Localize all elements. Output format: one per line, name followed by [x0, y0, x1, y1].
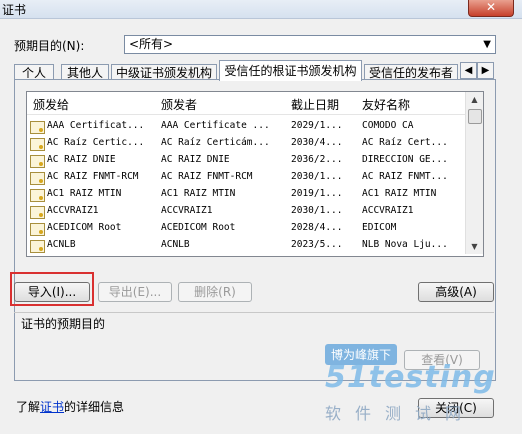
- export-button[interactable]: 导出(E)...: [98, 282, 172, 302]
- cell-expiration: 2036/2...: [291, 154, 343, 165]
- cell-issued-to: AC RAIZ DNIE: [47, 154, 116, 165]
- cell-issued-to: ACEDICOM Root: [47, 222, 122, 233]
- table-row[interactable]: ACNLB ACNLB 2023/5... NLB Nova Lju...: [27, 238, 465, 255]
- cell-issued-to: ACNLB: [47, 239, 76, 250]
- certificate-icon: [30, 155, 45, 168]
- cell-issued-by: ACCVRAIZ1: [161, 205, 213, 216]
- title-bar: 证书 ✕: [0, 0, 522, 19]
- tab-scroll-right-icon[interactable]: ▶: [477, 62, 494, 79]
- certificate-icon: [30, 172, 45, 185]
- learn-more-link[interactable]: 证书: [40, 400, 64, 414]
- cell-friendly-name: COMODO CA: [362, 120, 414, 131]
- cell-friendly-name: NLB Nova Lju...: [362, 239, 448, 250]
- certificate-icon: [30, 189, 45, 202]
- certificate-icon: [30, 121, 45, 134]
- list-header: 颁发给 颁发者 截止日期 友好名称: [27, 92, 465, 115]
- cell-friendly-name: AC1 RAIZ MTIN: [362, 188, 437, 199]
- cell-issued-by: AC Raíz Certicám...: [161, 137, 270, 148]
- scroll-up-icon[interactable]: ▲: [466, 92, 483, 107]
- cell-expiration: 2030/1...: [291, 205, 343, 216]
- certificate-icon: [30, 223, 45, 236]
- purpose-label: 预期目的(N):: [14, 39, 85, 53]
- cell-expiration: 2023/5...: [291, 239, 343, 250]
- certificate-icon: [30, 138, 45, 151]
- cell-issued-by: AC1 RAIZ MTIN: [161, 188, 236, 199]
- cell-friendly-name: DIRECCION GE...: [362, 154, 448, 165]
- highlight-box: [10, 272, 94, 306]
- certificate-icon: [30, 206, 45, 219]
- cell-friendly-name: ACCVRAIZ1: [362, 205, 414, 216]
- column-friendly-name[interactable]: 友好名称: [362, 96, 410, 113]
- cell-expiration: 2030/4...: [291, 137, 343, 148]
- table-row[interactable]: ACEDICOM Root ACEDICOM Root 2028/4... ED…: [27, 221, 465, 238]
- certificate-list[interactable]: 颁发给 颁发者 截止日期 友好名称 AAA Certificat... AAA …: [26, 91, 484, 257]
- window-close-button[interactable]: ✕: [468, 0, 514, 17]
- learn-more-text: 了解证书的详细信息: [16, 398, 124, 415]
- table-row[interactable]: AC Raíz Certic... AC Raíz Certicám... 20…: [27, 136, 465, 153]
- cell-issued-by: AC RAIZ FNMT-RCM: [161, 171, 253, 182]
- table-row[interactable]: AAA Certificat... AAA Certificate ... 20…: [27, 119, 465, 136]
- cell-expiration: 2019/1...: [291, 188, 343, 199]
- advanced-button[interactable]: 高级(A): [418, 282, 494, 302]
- close-button[interactable]: 关闭(C): [418, 398, 494, 418]
- scroll-down-icon[interactable]: ▼: [466, 239, 483, 254]
- cell-friendly-name: EDICOM: [362, 222, 397, 233]
- column-expiration[interactable]: 截止日期: [291, 96, 339, 113]
- cell-issued-by: AC RAIZ DNIE: [161, 154, 230, 165]
- cell-friendly-name: AC RAIZ FNMT...: [362, 171, 448, 182]
- purposes-group: 证书的预期目的: [14, 312, 494, 381]
- cell-issued-to: AAA Certificat...: [47, 120, 145, 131]
- learn-more-prefix: 了解: [16, 400, 41, 414]
- table-row[interactable]: AC1 RAIZ MTIN AC1 RAIZ MTIN 2019/1... AC…: [27, 187, 465, 204]
- purpose-select-value: <所有>: [129, 37, 174, 51]
- cell-issued-to: AC1 RAIZ MTIN: [47, 188, 122, 199]
- cell-expiration: 2030/1...: [291, 171, 343, 182]
- cell-issued-to: AC RAIZ FNMT-RCM: [47, 171, 139, 182]
- table-row[interactable]: AC RAIZ FNMT-RCM AC RAIZ FNMT-RCM 2030/1…: [27, 170, 465, 187]
- column-issued-by[interactable]: 颁发者: [161, 96, 197, 113]
- view-button[interactable]: 查看(V): [404, 350, 480, 370]
- cell-issued-by: ACNLB: [161, 239, 190, 250]
- cell-expiration: 2029/1...: [291, 120, 343, 131]
- cell-issued-to: AC Raíz Certic...: [47, 137, 145, 148]
- remove-button[interactable]: 删除(R): [178, 282, 252, 302]
- cell-friendly-name: AC Raíz Cert...: [362, 137, 448, 148]
- chevron-down-icon: ▼: [483, 39, 491, 50]
- cell-issued-to: ACCVRAIZ1: [47, 205, 99, 216]
- purpose-select[interactable]: <所有> ▼: [124, 35, 496, 54]
- cell-issued-by: ACEDICOM Root: [161, 222, 236, 233]
- list-scrollbar[interactable]: ▲ ▼: [465, 92, 483, 254]
- tab-scroll-left-icon[interactable]: ◀: [460, 62, 477, 79]
- table-row[interactable]: ACCVRAIZ1 ACCVRAIZ1 2030/1... ACCVRAIZ1: [27, 204, 465, 221]
- cell-issued-by: AAA Certificate ...: [161, 120, 270, 131]
- cell-expiration: 2028/4...: [291, 222, 343, 233]
- tab-trusted-root-ca[interactable]: 受信任的根证书颁发机构: [219, 60, 362, 81]
- learn-more-suffix: 的详细信息: [64, 400, 125, 414]
- window-title: 证书: [2, 3, 27, 17]
- scrollbar-thumb[interactable]: [468, 109, 482, 124]
- purposes-group-legend: 证书的预期目的: [21, 317, 106, 331]
- certificate-icon: [30, 240, 45, 253]
- column-issued-to[interactable]: 颁发给: [33, 96, 69, 113]
- table-row[interactable]: AC RAIZ DNIE AC RAIZ DNIE 2036/2... DIRE…: [27, 153, 465, 170]
